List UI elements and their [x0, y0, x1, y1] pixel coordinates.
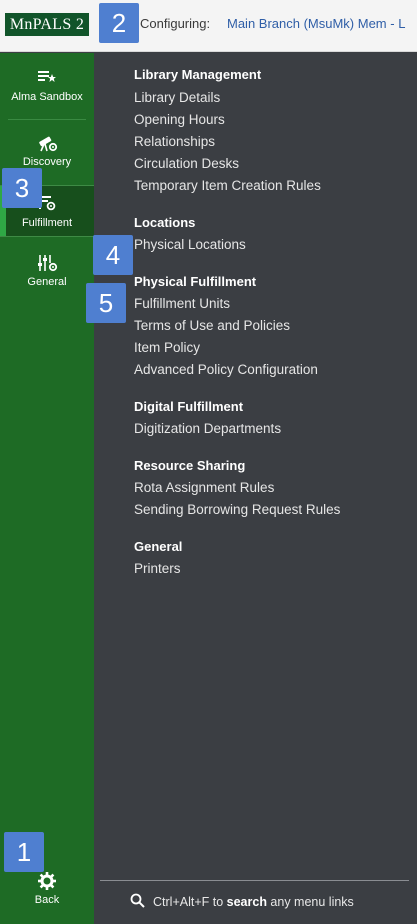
menu-link-fulfillment-units[interactable]: Fulfillment Units: [134, 296, 230, 311]
menu-link-opening-hours[interactable]: Opening Hours: [134, 112, 225, 127]
sidebar-item-label: Discovery: [22, 156, 72, 168]
section-library-management: Library Management: [134, 67, 262, 82]
menu-link-rota-assignment-rules[interactable]: Rota Assignment Rules: [134, 480, 274, 495]
menu-link-terms-of-use[interactable]: Terms of Use and Policies: [134, 318, 290, 333]
list-star-icon: [0, 68, 94, 88]
sidebar-item-label: Fulfillment: [21, 217, 73, 229]
menu-link-advanced-policy-configuration[interactable]: Advanced Policy Configuration: [134, 362, 318, 377]
section-locations: Locations: [134, 215, 196, 230]
shortcut-keys: Ctrl+Alt+F: [153, 895, 210, 909]
sidebar-item-discovery[interactable]: Discovery: [0, 133, 94, 168]
menu-panel: Library Management Library Details Openi…: [94, 53, 417, 924]
sliders-gear-icon: [0, 253, 94, 273]
back-label: Back: [34, 894, 60, 906]
section-resource-sharing: Resource Sharing: [134, 458, 246, 473]
callout-badge: 1: [4, 832, 44, 872]
section-general: General: [134, 539, 183, 554]
sidebar-divider: [8, 119, 86, 120]
mnpals-logo[interactable]: MnPALS 2: [5, 13, 89, 36]
callout-badge: 4: [93, 235, 133, 275]
sidebar-item-label: General: [27, 276, 67, 288]
configuring-label: Configuring:: [140, 16, 211, 31]
hint-rest: any menu links: [266, 895, 354, 909]
section-physical-fulfillment: Physical Fulfillment: [134, 274, 257, 289]
menu-link-printers[interactable]: Printers: [134, 561, 181, 576]
callout-badge: 2: [99, 3, 139, 43]
menu-link-library-details[interactable]: Library Details: [134, 90, 220, 105]
gear-icon: [0, 871, 94, 891]
menu-link-item-policy[interactable]: Item Policy: [134, 340, 200, 355]
top-bar: MnPALS 2 Configuring: Main Branch (MsuMk…: [0, 0, 417, 52]
menu-link-temporary-item-creation-rules[interactable]: Temporary Item Creation Rules: [134, 178, 321, 193]
hint-to: to: [209, 895, 227, 909]
search-icon: [130, 893, 145, 911]
menu-link-relationships[interactable]: Relationships: [134, 134, 215, 149]
sidebar-item-alma-sandbox[interactable]: Alma Sandbox: [0, 68, 94, 103]
configuring-library-link[interactable]: Main Branch (MsuMk) Mem - L: [227, 16, 405, 31]
menu-link-physical-locations[interactable]: Physical Locations: [134, 237, 246, 252]
sidebar-item-general[interactable]: General: [0, 253, 94, 288]
menu-link-digitization-departments[interactable]: Digitization Departments: [134, 421, 281, 436]
menu-link-circulation-desks[interactable]: Circulation Desks: [134, 156, 239, 171]
telescope-gear-icon: [0, 133, 94, 153]
section-digital-fulfillment: Digital Fulfillment: [134, 399, 244, 414]
search-hint: Ctrl+Alt+F to search any menu links: [130, 893, 354, 911]
callout-badge: 5: [86, 283, 126, 323]
sidebar-item-label: Alma Sandbox: [11, 91, 83, 103]
back-button[interactable]: Back: [0, 871, 94, 906]
callout-badge: 3: [2, 168, 42, 208]
hint-search-word: search: [226, 895, 267, 909]
menu-link-sending-borrowing-request-rules[interactable]: Sending Borrowing Request Rules: [134, 502, 340, 517]
footer-divider: [100, 880, 409, 881]
